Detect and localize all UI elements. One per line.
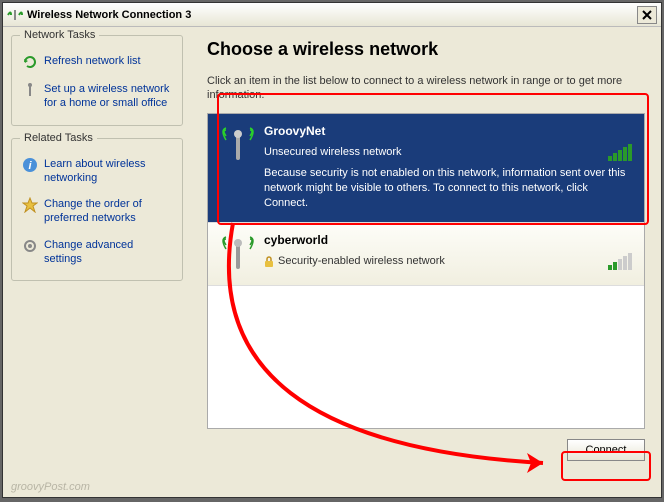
refresh-icon [22, 54, 38, 70]
antenna-icon [22, 82, 38, 98]
signal-strength-icon [608, 253, 632, 270]
connect-button[interactable]: Connect [567, 439, 645, 461]
task-refresh-network-list[interactable]: Refresh network list [20, 48, 174, 76]
titlebar[interactable]: Wireless Network Connection 3 [3, 3, 661, 27]
task-label: Set up a wireless network for a home or … [44, 82, 172, 111]
group-title: Related Tasks [20, 132, 97, 144]
star-icon [22, 197, 38, 213]
task-setup-wireless[interactable]: Set up a wireless network for a home or … [20, 76, 174, 117]
network-name: GroovyNet [264, 124, 632, 138]
group-related-tasks: Related Tasks i Learn about wireless net… [11, 138, 183, 282]
network-list: GroovyNet Unsecured wireless network Bec… [207, 113, 645, 429]
button-row: Connect [207, 439, 645, 461]
network-item-selected[interactable]: GroovyNet Unsecured wireless network Bec… [208, 114, 644, 223]
window-title: Wireless Network Connection 3 [27, 9, 637, 21]
network-type: Security-enabled wireless network [264, 255, 632, 267]
settings-icon [22, 238, 38, 254]
antenna-icon [220, 124, 256, 212]
page-heading: Choose a wireless network [207, 39, 645, 60]
close-icon [642, 10, 652, 20]
task-label: Change the order of preferred networks [44, 197, 172, 226]
watermark: groovyPost.com [11, 481, 90, 493]
network-item[interactable]: cyberworld Security-enabled wireless net… [208, 223, 644, 286]
task-learn-wireless[interactable]: i Learn about wireless networking [20, 151, 174, 192]
close-button[interactable] [637, 6, 657, 24]
task-change-advanced[interactable]: Change advanced settings [20, 232, 174, 273]
antenna-icon [220, 233, 256, 275]
lock-icon [264, 256, 274, 266]
task-label: Refresh network list [44, 54, 141, 68]
signal-strength-icon [608, 144, 632, 161]
task-label: Learn about wireless networking [44, 157, 172, 186]
task-label: Change advanced settings [44, 238, 172, 267]
window-body: Network Tasks Refresh network list Set u… [3, 27, 661, 473]
network-type-text: Security-enabled wireless network [278, 255, 445, 267]
page-description: Click an item in the list below to conne… [207, 74, 645, 103]
group-network-tasks: Network Tasks Refresh network list Set u… [11, 35, 183, 126]
wireless-icon [7, 7, 23, 23]
network-body: cyberworld Security-enabled wireless net… [256, 233, 632, 275]
network-name: cyberworld [264, 233, 632, 247]
network-type: Unsecured wireless network [264, 146, 632, 158]
network-body: GroovyNet Unsecured wireless network Bec… [256, 124, 632, 212]
task-change-order[interactable]: Change the order of preferred networks [20, 191, 174, 232]
window-frame: Wireless Network Connection 3 Network Ta… [2, 2, 662, 498]
sidebar: Network Tasks Refresh network list Set u… [3, 27, 191, 473]
info-icon: i [22, 157, 38, 173]
main-panel: Choose a wireless network Click an item … [191, 27, 661, 473]
network-warning: Because security is not enabled on this … [264, 166, 632, 212]
group-title: Network Tasks [20, 29, 99, 41]
